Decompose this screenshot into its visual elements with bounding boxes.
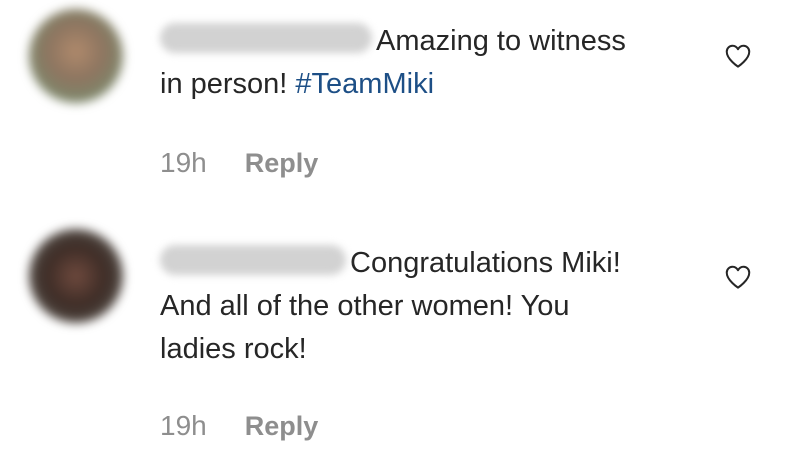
comment-meta: 19h Reply xyxy=(160,410,318,442)
comment-line-1: Congratulations Miki! xyxy=(350,247,621,279)
username-redacted[interactable] xyxy=(160,245,346,275)
heart-outline-icon[interactable] xyxy=(723,41,753,71)
reply-button[interactable]: Reply xyxy=(245,148,319,179)
comment-text: Congratulations Miki! And all of the oth… xyxy=(160,242,621,371)
comment-line-1: Amazing to witness xyxy=(376,25,626,57)
comment-line-3: ladies rock! xyxy=(160,333,307,365)
username-redacted[interactable] xyxy=(160,23,372,53)
comment-line-2: And all of the other women! You xyxy=(160,290,570,322)
comment-text: Amazing to witness in person! #TeamMiki xyxy=(160,20,626,106)
heart-outline-icon[interactable] xyxy=(723,262,753,292)
avatar[interactable] xyxy=(29,9,123,103)
reply-button[interactable]: Reply xyxy=(245,411,319,442)
hashtag-link[interactable]: #TeamMiki xyxy=(295,68,434,100)
comment-line-2: in person! xyxy=(160,68,296,100)
timestamp: 19h xyxy=(160,147,207,178)
avatar[interactable] xyxy=(29,229,123,323)
comment-meta: 19h Reply xyxy=(160,147,318,179)
timestamp: 19h xyxy=(160,410,207,441)
